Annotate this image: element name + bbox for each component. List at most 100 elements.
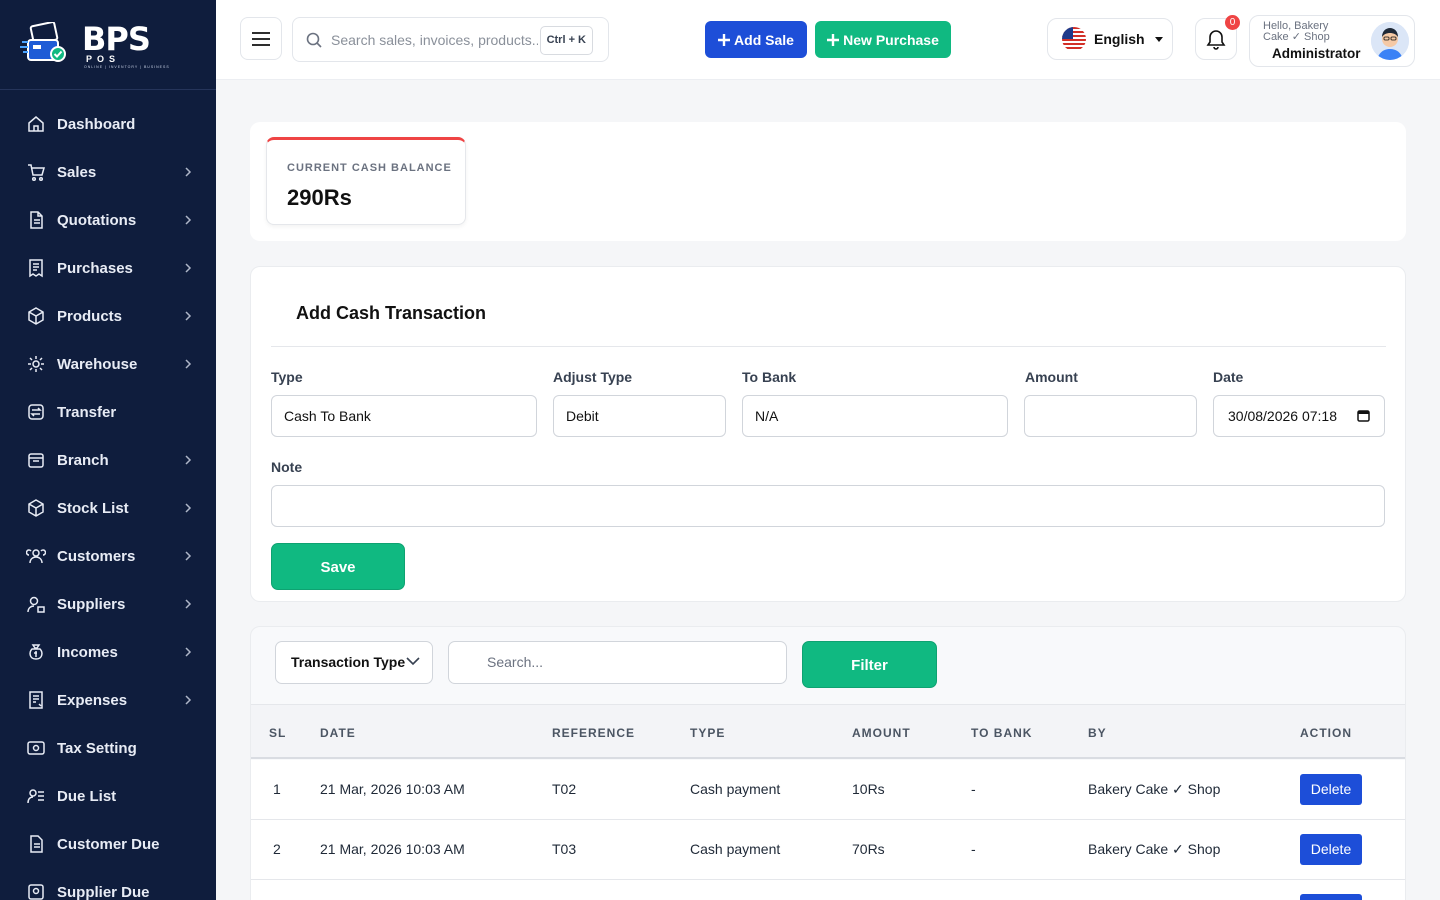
sidebar: BPS POS ONLINE | INVENTORY | BUSINESS Da… bbox=[0, 0, 216, 900]
table-row: 1 21 Mar, 2026 10:03 AM T02 Cash payment… bbox=[251, 760, 1405, 820]
delete-button[interactable]: Delete bbox=[1300, 774, 1362, 805]
chevron-right-icon bbox=[185, 263, 192, 273]
calendar-icon[interactable] bbox=[1357, 409, 1370, 422]
sidebar-item-label: Customers bbox=[57, 547, 136, 565]
add-sale-button[interactable]: Add Sale bbox=[705, 21, 807, 58]
language-label: English bbox=[1094, 31, 1145, 47]
sidebar-item-purchases[interactable]: Purchases bbox=[0, 244, 216, 292]
cell-by: Bakery Cake ✓ Shop bbox=[1088, 781, 1221, 797]
avatar bbox=[1371, 22, 1409, 60]
chevron-right-icon bbox=[185, 215, 192, 225]
sidebar-item-supplier-due[interactable]: Supplier Due bbox=[0, 868, 216, 900]
stock-icon bbox=[28, 499, 44, 517]
suppliers-icon bbox=[27, 596, 45, 613]
us-flag-icon bbox=[1062, 27, 1086, 51]
note-input[interactable] bbox=[271, 485, 1385, 527]
cart-icon bbox=[28, 164, 45, 182]
warehouse-icon bbox=[28, 356, 44, 372]
balance-section: CURRENT CASH BALANCE 290Rs bbox=[250, 122, 1406, 241]
receipt-icon bbox=[29, 259, 43, 278]
transaction-type-filter[interactable]: Transaction Type bbox=[275, 641, 433, 684]
sidebar-item-transfer[interactable]: Transfer bbox=[0, 388, 216, 436]
chevron-right-icon bbox=[185, 311, 192, 321]
user-menu[interactable]: Hello, Bakery Cake ✓ Shop Administrator bbox=[1249, 15, 1415, 67]
language-selector[interactable]: English bbox=[1047, 18, 1173, 60]
note-label: Note bbox=[271, 459, 303, 475]
sidebar-item-suppliers[interactable]: Suppliers bbox=[0, 580, 216, 628]
column-header-reference: REFERENCE bbox=[552, 726, 636, 740]
transfer-icon bbox=[28, 404, 44, 420]
cell-amount: 10Rs bbox=[852, 781, 885, 797]
cell-type: Cash payment bbox=[690, 841, 781, 857]
table-row bbox=[251, 880, 1405, 900]
chevron-right-icon bbox=[185, 695, 192, 705]
caret-down-icon bbox=[1154, 36, 1163, 42]
sidebar-item-label: Supplier Due bbox=[57, 883, 150, 900]
notification-count-badge: 0 bbox=[1225, 15, 1240, 30]
sidebar-item-expenses[interactable]: Expenses bbox=[0, 676, 216, 724]
search-icon bbox=[306, 32, 322, 48]
column-header-action: ACTION bbox=[1300, 726, 1352, 740]
date-label: Date bbox=[1213, 369, 1244, 385]
cell-type: Cash payment bbox=[690, 781, 781, 797]
transactions-list: Transaction Type Search... Filter SL DAT… bbox=[250, 626, 1406, 900]
filter-button[interactable]: Filter bbox=[802, 641, 937, 688]
date-input[interactable]: 30/08/2026 07:18 bbox=[1213, 395, 1385, 437]
sidebar-item-due-list[interactable]: Due List bbox=[0, 772, 216, 820]
sidebar-item-tax-setting[interactable]: Tax Setting bbox=[0, 724, 216, 772]
chevron-right-icon bbox=[185, 647, 192, 657]
transaction-type-label: Transaction Type bbox=[291, 654, 406, 670]
sidebar-item-customers[interactable]: Customers bbox=[0, 532, 216, 580]
plus-icon bbox=[718, 33, 731, 46]
search-input[interactable]: Search sales, invoices, products... bbox=[331, 32, 538, 48]
chevron-right-icon bbox=[185, 167, 192, 177]
type-label: Type bbox=[271, 369, 303, 385]
sidebar-nav: Dashboard Sales Quotations Purchases Product… bbox=[0, 90, 216, 900]
brand-logo[interactable]: BPS POS ONLINE | INVENTORY | BUSINESS bbox=[0, 0, 216, 90]
column-header-date: DATE bbox=[320, 726, 356, 740]
cell-by: Bakery Cake ✓ Shop bbox=[1088, 841, 1221, 857]
amount-label: Amount bbox=[1025, 369, 1078, 385]
delete-button[interactable] bbox=[1300, 894, 1362, 900]
plus-icon bbox=[827, 33, 840, 46]
sidebar-item-customer-due[interactable]: Customer Due bbox=[0, 820, 216, 868]
sidebar-item-label: Branch bbox=[57, 451, 109, 469]
save-button[interactable]: Save bbox=[271, 543, 405, 590]
adjust-type-select[interactable]: Debit bbox=[553, 395, 726, 437]
list-search-input[interactable]: Search... bbox=[448, 641, 787, 684]
chevron-right-icon bbox=[185, 551, 192, 561]
sidebar-item-branch[interactable]: Branch bbox=[0, 436, 216, 484]
chevron-right-icon bbox=[185, 455, 192, 465]
chevron-right-icon bbox=[185, 503, 192, 513]
cell-sl: 1 bbox=[273, 781, 281, 797]
global-search[interactable]: Search sales, invoices, products... Ctrl… bbox=[292, 17, 609, 62]
new-purchase-button[interactable]: New Purchase bbox=[815, 21, 951, 58]
sidebar-item-sales[interactable]: Sales bbox=[0, 148, 216, 196]
sidebar-item-dashboard[interactable]: Dashboard bbox=[0, 100, 216, 148]
top-header: Search sales, invoices, products... Ctrl… bbox=[216, 0, 1440, 80]
sidebar-item-quotations[interactable]: Quotations bbox=[0, 196, 216, 244]
sidebar-item-stock-list[interactable]: Stock List bbox=[0, 484, 216, 532]
sidebar-item-label: Tax Setting bbox=[57, 739, 137, 757]
due-list-icon bbox=[27, 789, 44, 804]
cell-sl: 2 bbox=[273, 841, 281, 857]
sidebar-item-warehouse[interactable]: Warehouse bbox=[0, 340, 216, 388]
to-bank-select[interactable]: N/A bbox=[742, 395, 1008, 437]
branch-icon bbox=[28, 453, 44, 468]
sidebar-item-label: Products bbox=[57, 307, 123, 325]
menu-toggle-button[interactable] bbox=[240, 17, 282, 60]
sidebar-item-label: Incomes bbox=[57, 643, 118, 661]
sidebar-item-label: Customer Due bbox=[57, 835, 160, 853]
sidebar-item-incomes[interactable]: Incomes bbox=[0, 628, 216, 676]
delete-button[interactable]: Delete bbox=[1300, 834, 1362, 865]
type-select[interactable]: Cash To Bank bbox=[271, 395, 537, 437]
sidebar-item-products[interactable]: Products bbox=[0, 292, 216, 340]
cash-balance-card: CURRENT CASH BALANCE 290Rs bbox=[266, 137, 466, 225]
amount-input[interactable] bbox=[1024, 395, 1197, 437]
table-row: 2 21 Mar, 2026 10:03 AM T03 Cash payment… bbox=[251, 820, 1405, 880]
add-cash-transaction-form: Add Cash Transaction Type Cash To Bank A… bbox=[250, 266, 1406, 602]
chevron-down-icon bbox=[406, 657, 420, 666]
cash-balance-label: CURRENT CASH BALANCE bbox=[287, 162, 452, 174]
sidebar-item-label: Stock List bbox=[57, 499, 129, 517]
column-header-to-bank: TO BANK bbox=[971, 726, 1033, 740]
